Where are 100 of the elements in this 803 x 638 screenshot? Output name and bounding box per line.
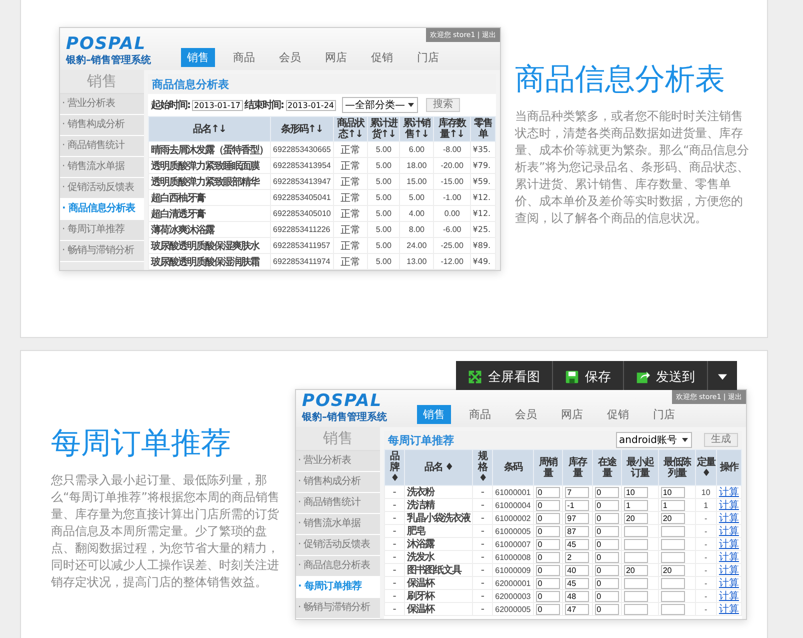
quantity-field[interactable]: 0 xyxy=(594,604,619,614)
quantity-field[interactable]: 0 xyxy=(594,538,619,550)
column-header[interactable]: 品名 ♦ xyxy=(404,450,473,486)
quantity-field[interactable]: 0 xyxy=(536,526,560,536)
quantity-field[interactable]: 87 xyxy=(565,526,590,536)
sidebar-item[interactable]: · 营业分析表 xyxy=(60,94,144,115)
nav-tab[interactable]: 网店 xyxy=(555,405,589,424)
quantity-field[interactable]: 1 xyxy=(660,500,685,510)
table-cell: -8.00 xyxy=(434,142,470,158)
nav-tab[interactable]: 促销 xyxy=(365,48,399,67)
column-header[interactable]: 最小起订量 xyxy=(621,450,658,486)
sidebar-item[interactable]: · 营业分析表 xyxy=(296,451,380,472)
quantity-field[interactable]: 0 xyxy=(594,512,619,524)
column-header[interactable]: 零售单 xyxy=(470,116,496,142)
column-header[interactable]: 库存数量↑↓ xyxy=(434,116,470,142)
nav-tab[interactable]: 会员 xyxy=(509,405,543,424)
table-cell: 1 xyxy=(695,498,716,512)
quantity-field[interactable]: 0 xyxy=(536,512,560,524)
quantity-field[interactable]: 20 xyxy=(660,512,685,524)
table-cell: - xyxy=(384,538,405,550)
quantity-field[interactable]: 40 xyxy=(565,564,590,576)
table-cell: 61000007 xyxy=(492,538,534,550)
column-header[interactable]: 累计销售↑↓ xyxy=(399,116,434,142)
quantity-field[interactable]: 97 xyxy=(565,512,590,524)
quantity-field[interactable]: 10 xyxy=(624,486,648,498)
table-cell: 62000003 xyxy=(492,590,534,602)
sidebar-item[interactable]: · 畅销与滞销分析 xyxy=(60,241,144,262)
quantity-field[interactable]: 45 xyxy=(565,578,590,588)
sidebar-item[interactable]: · 销售流水单据 xyxy=(296,514,380,535)
table-cell: ¥49. xyxy=(470,254,496,270)
sidebar-item[interactable]: · 每周订单推荐 xyxy=(60,220,144,241)
quantity-field[interactable]: 0 xyxy=(536,604,560,614)
sidebar-item[interactable]: · 促销活动反馈表 xyxy=(60,178,144,199)
sidebar-item[interactable]: · 销售流水单据 xyxy=(60,157,144,178)
generate-button[interactable]: 生成 xyxy=(704,433,738,447)
quantity-field[interactable]: 2 xyxy=(565,552,590,562)
column-header[interactable]: 条码 xyxy=(492,450,534,486)
column-header[interactable]: 库存量 xyxy=(562,450,592,486)
quantity-field[interactable]: 0 xyxy=(536,564,560,576)
sidebar-item[interactable]: · 销售构成分析 xyxy=(296,472,380,493)
table-cell: 正常 xyxy=(333,158,368,174)
table-cell: 5.00 xyxy=(368,158,400,174)
quantity-field[interactable]: 0 xyxy=(536,538,560,550)
table-cell: 5.00 xyxy=(368,174,400,190)
date-field[interactable]: 2013-01-17 xyxy=(192,100,242,110)
sidebar-item[interactable]: · 销售构成分析 xyxy=(60,115,144,136)
nav-tab[interactable]: 促销 xyxy=(601,405,635,424)
quantity-field[interactable]: 47 xyxy=(565,604,590,614)
table-cell: 正常 xyxy=(333,254,368,270)
sidebar-item[interactable]: · 商品销售统计 xyxy=(296,493,380,514)
quantity-field[interactable]: 45 xyxy=(565,538,590,550)
sidebar-item[interactable]: · 商品信息分析表 xyxy=(296,556,380,577)
sidebar-item[interactable]: · 畅销与滞销分析 xyxy=(296,598,380,619)
quantity-field[interactable]: 48 xyxy=(565,590,590,602)
quantity-field[interactable]: 0 xyxy=(536,500,560,510)
column-header[interactable]: 操作 xyxy=(716,450,742,486)
nav-tab[interactable]: 商品 xyxy=(463,405,497,424)
table-cell: 6922853411974 xyxy=(270,254,334,270)
nav-tab[interactable]: 商品 xyxy=(227,48,261,67)
quantity-field[interactable]: 10 xyxy=(660,486,685,498)
column-header[interactable]: 定量 ♦ xyxy=(695,450,716,486)
quantity-field[interactable]: 0 xyxy=(594,564,619,576)
quantity-field[interactable]: 0 xyxy=(594,526,619,536)
column-header[interactable]: 最低陈列量 xyxy=(658,450,696,486)
quantity-field[interactable]: -1 xyxy=(565,500,590,510)
column-header[interactable]: 周销量 xyxy=(533,450,563,486)
column-header[interactable]: 品名↑↓ xyxy=(148,116,270,142)
quantity-field[interactable]: 0 xyxy=(594,486,619,498)
sidebar-item[interactable]: · 促销活动反馈表 xyxy=(296,535,380,556)
quantity-field[interactable]: 0 xyxy=(536,486,560,498)
quantity-field[interactable]: 20 xyxy=(624,564,648,576)
quantity-field[interactable]: 20 xyxy=(660,564,685,576)
quantity-field[interactable]: 20 xyxy=(624,512,648,524)
quantity-field[interactable]: 0 xyxy=(594,590,619,602)
nav-tab[interactable]: 会员 xyxy=(273,48,307,67)
quantity-field[interactable]: 0 xyxy=(536,590,560,602)
quantity-field[interactable]: 0 xyxy=(536,552,560,562)
quantity-field[interactable]: 0 xyxy=(536,578,560,588)
sidebar-item[interactable]: · 商品销售统计 xyxy=(60,136,144,157)
table-cell: 洗发水 xyxy=(404,550,473,564)
table-cell: 61000009 xyxy=(492,564,534,576)
quantity-field[interactable]: 1 xyxy=(624,500,648,510)
column-header[interactable]: 商品状态↑↓ xyxy=(333,116,368,142)
column-header[interactable]: 规格 ♦ xyxy=(472,450,493,486)
date-field[interactable]: 2013-01-24 xyxy=(286,100,336,110)
column-header[interactable]: 在途量 xyxy=(592,450,622,486)
category-select[interactable]: —全部分类— xyxy=(342,97,418,113)
column-header[interactable]: 累计进货↑↓ xyxy=(368,116,400,142)
table-cell: 透明质酸弹力紧致眼部精华 xyxy=(148,174,270,190)
column-header[interactable]: 品牌 ♦ xyxy=(384,450,405,486)
quantity-field[interactable]: 0 xyxy=(594,500,619,510)
quantity-field[interactable]: 0 xyxy=(594,578,619,588)
nav-tab[interactable]: 网店 xyxy=(319,48,353,67)
column-header[interactable]: 条形码↑↓ xyxy=(270,116,334,142)
nav-tab[interactable]: 门店 xyxy=(411,48,445,67)
search-button[interactable]: 搜索 xyxy=(426,98,460,112)
account-select[interactable]: android账号 xyxy=(616,432,692,448)
nav-tab[interactable]: 门店 xyxy=(647,405,681,424)
quantity-field[interactable]: 7 xyxy=(565,486,590,498)
quantity-field[interactable]: 0 xyxy=(594,552,619,562)
